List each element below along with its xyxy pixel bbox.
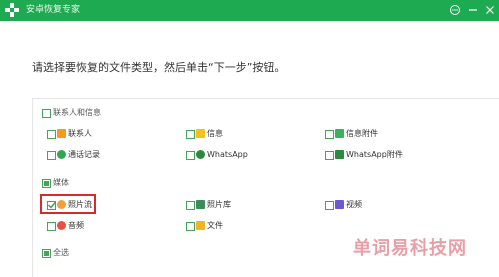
select-all-checkbox[interactable] xyxy=(42,249,51,258)
messages-checkbox[interactable] xyxy=(186,130,195,139)
media-section-label: 媒体 xyxy=(53,178,69,187)
feedback-icon[interactable] xyxy=(449,4,461,16)
whatsapp-checkbox[interactable] xyxy=(186,151,195,160)
title-bar: 安卓恢复专家 xyxy=(0,0,499,21)
message-attachments-label: 信息附件 xyxy=(346,129,378,138)
checkmark-icon xyxy=(47,201,57,209)
messages-icon xyxy=(196,129,205,138)
audio-icon xyxy=(57,221,66,230)
documents-label: 文件 xyxy=(207,221,223,230)
photo-library-icon xyxy=(196,200,205,209)
window-title: 安卓恢复专家 xyxy=(26,5,81,15)
app-logo-icon xyxy=(5,3,19,17)
select-all-label: 全选 xyxy=(53,248,69,257)
audio-checkbox[interactable] xyxy=(47,222,56,231)
message-attachments-checkbox[interactable] xyxy=(325,130,334,139)
whatsapp-attachments-checkbox[interactable] xyxy=(325,151,334,160)
call-log-label: 通话记录 xyxy=(68,150,100,159)
video-checkbox[interactable] xyxy=(325,201,334,210)
contacts-checkbox[interactable] xyxy=(47,130,56,139)
contacts-section-checkbox[interactable] xyxy=(42,109,51,118)
audio-label: 音频 xyxy=(68,221,84,230)
watermark-text: 单词易科技网 xyxy=(353,238,467,259)
call-log-icon xyxy=(57,150,66,159)
contacts-section-label: 联系人和信息 xyxy=(53,108,101,117)
messages-label: 信息 xyxy=(207,129,223,138)
whatsapp-attachments-label: WhatsApp附件 xyxy=(346,150,403,159)
call-log-checkbox[interactable] xyxy=(47,151,56,160)
documents-icon xyxy=(196,221,205,230)
contacts-label: 联系人 xyxy=(68,129,92,138)
close-icon[interactable] xyxy=(484,4,496,16)
photo-library-checkbox[interactable] xyxy=(186,201,195,210)
photo-stream-icon xyxy=(57,200,66,209)
whatsapp-label: WhatsApp xyxy=(207,150,248,159)
photo-library-label: 照片库 xyxy=(207,200,231,209)
instruction-text: 请选择要恢复的文件类型，然后单击“下一步”按钮。 xyxy=(32,61,286,74)
video-label: 视频 xyxy=(346,200,362,209)
photo-stream-checkbox[interactable] xyxy=(47,201,57,210)
message-attachments-icon xyxy=(335,129,344,138)
documents-checkbox[interactable] xyxy=(186,222,195,231)
video-icon xyxy=(335,200,344,209)
whatsapp-icon xyxy=(196,150,205,159)
minimize-icon[interactable] xyxy=(467,4,479,16)
contacts-icon xyxy=(57,129,66,138)
photo-stream-label: 照片流 xyxy=(68,200,92,209)
media-section-checkbox[interactable] xyxy=(42,179,51,188)
whatsapp-attachments-icon xyxy=(335,150,344,159)
